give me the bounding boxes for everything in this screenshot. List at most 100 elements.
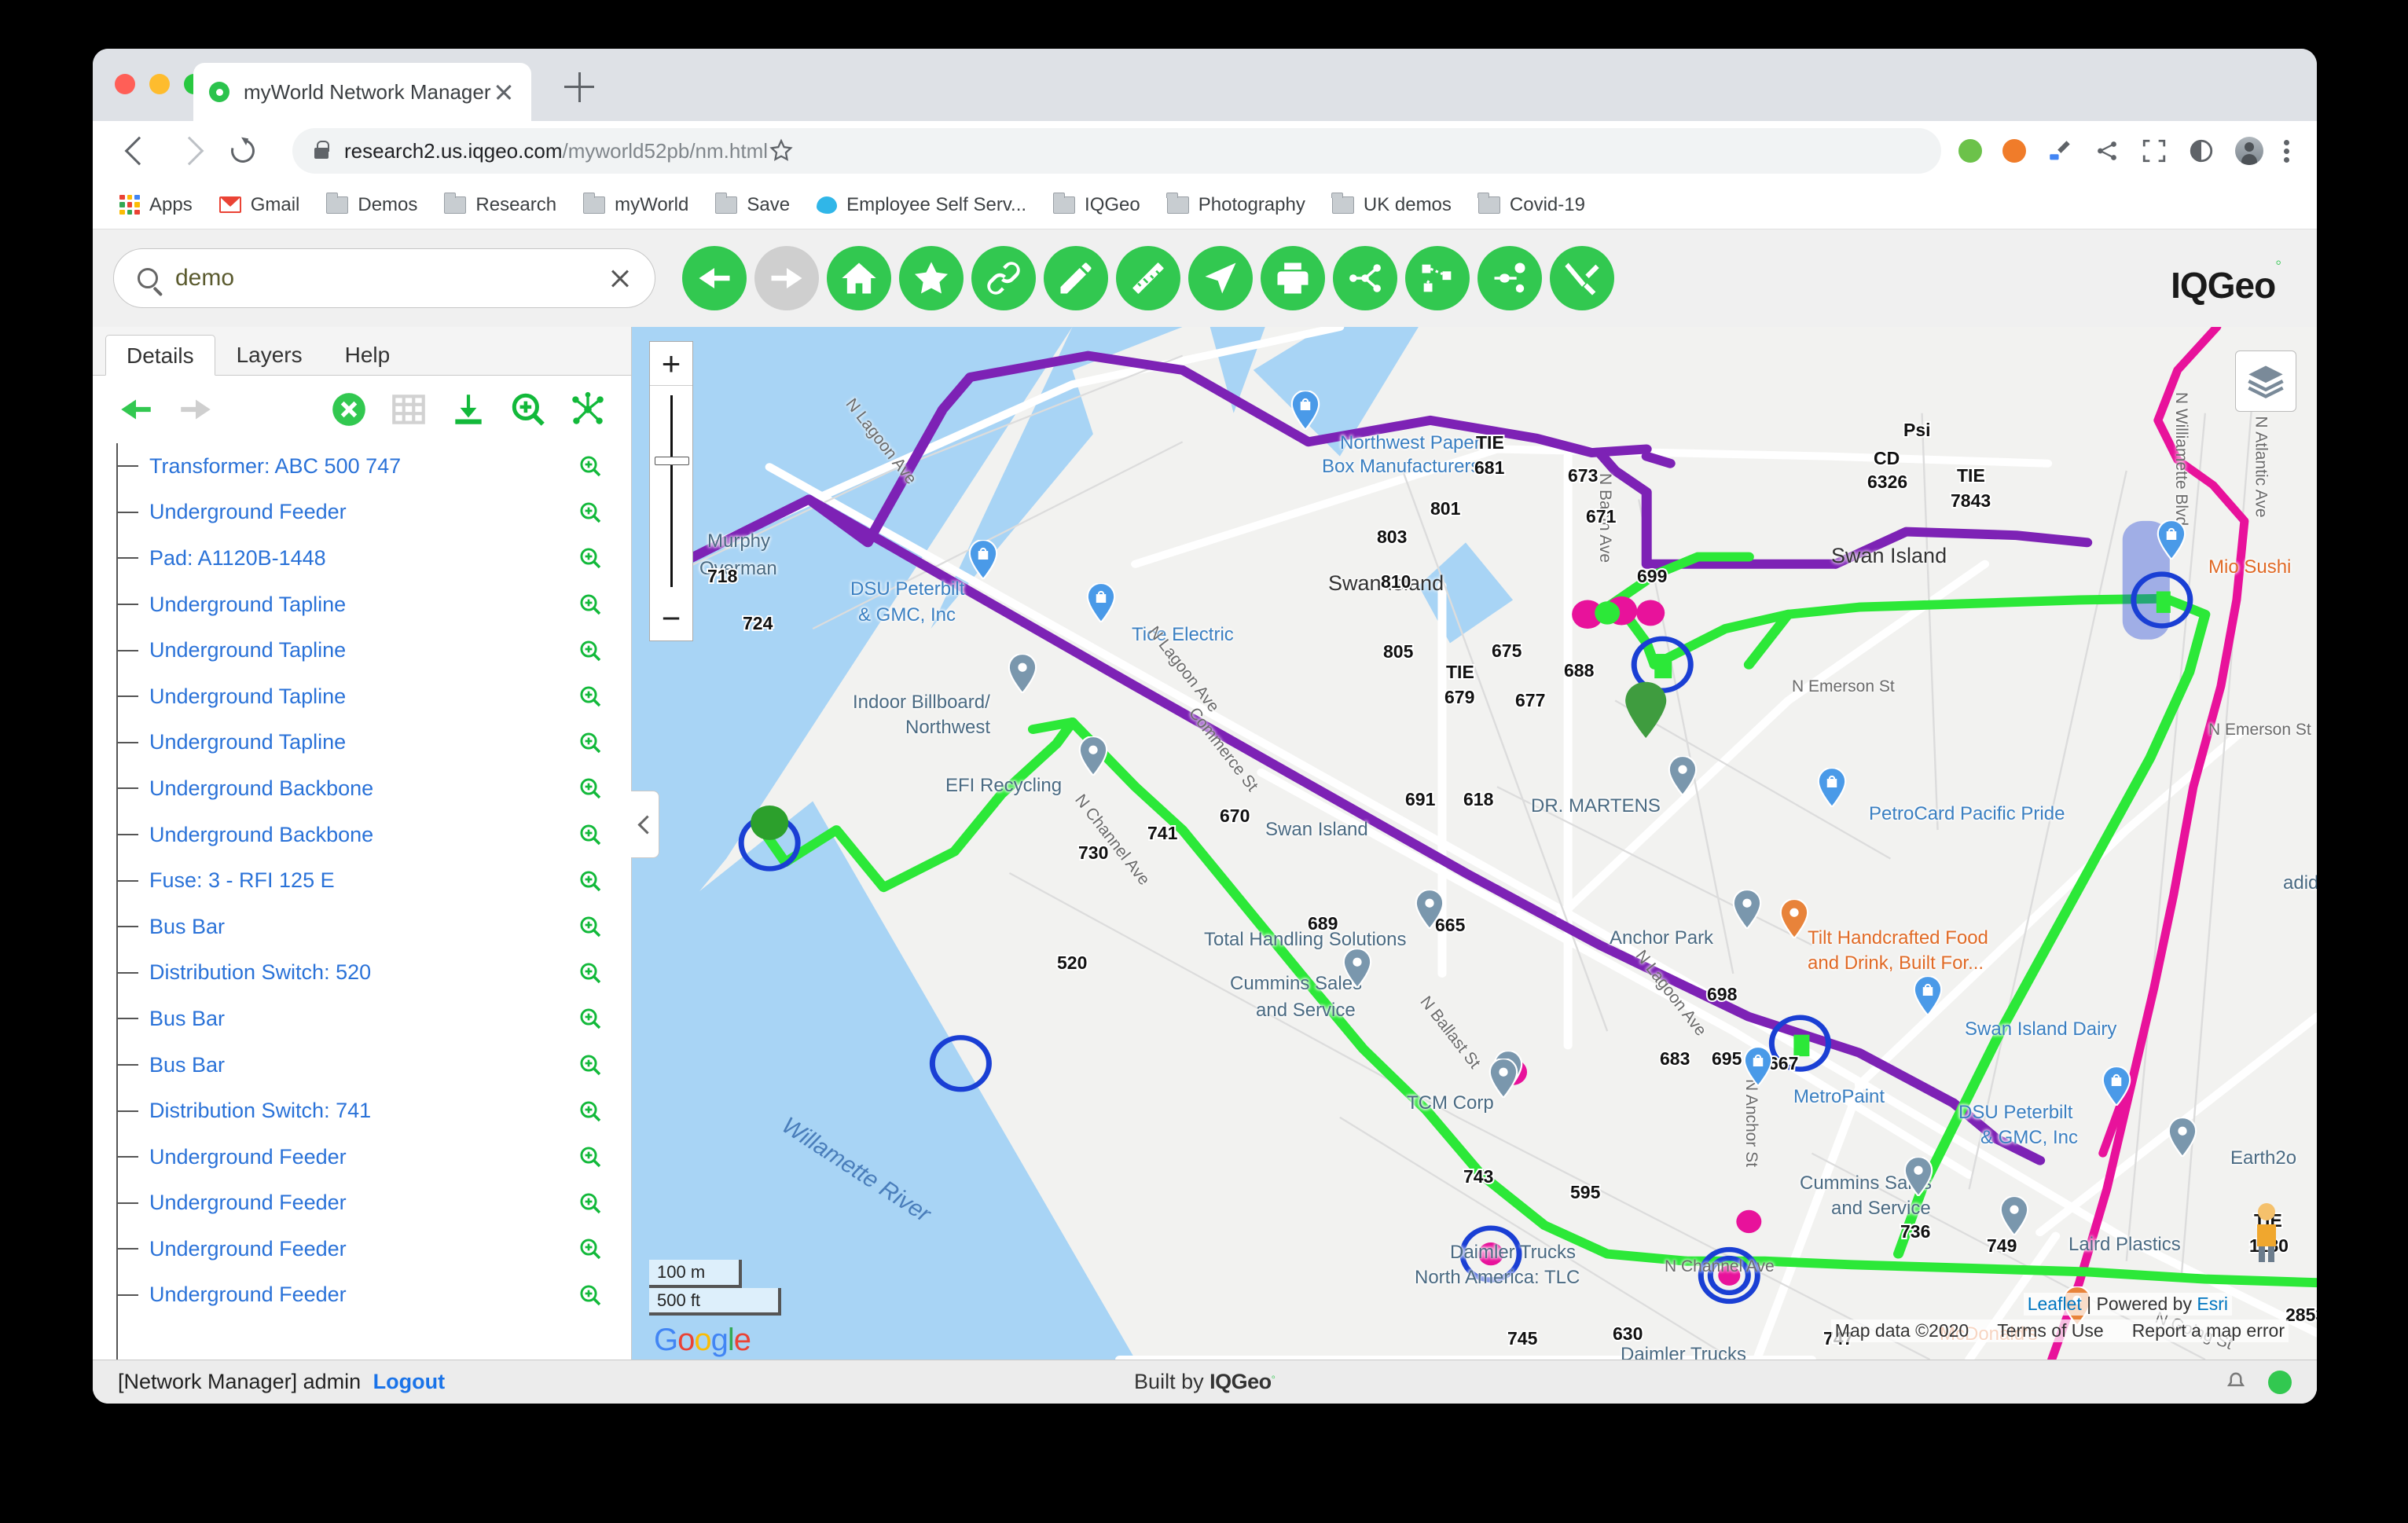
clear-search-icon[interactable] (609, 267, 631, 289)
new-tab-button[interactable] (564, 72, 594, 102)
map-canvas[interactable]: + − Northwest Paper Box Manufacturers Murp… (632, 327, 2317, 1360)
esri-link[interactable]: Esri (2197, 1294, 2228, 1314)
zoom-to-feature-icon[interactable] (578, 1236, 603, 1261)
browser-forward-button[interactable] (171, 131, 211, 171)
eyedropper-icon[interactable] (2046, 138, 2073, 164)
notifications-icon[interactable] (2224, 1371, 2248, 1394)
list-item[interactable]: Underground Feeder (116, 1180, 631, 1227)
list-item[interactable]: Underground Feeder (116, 1226, 631, 1272)
tab-details[interactable]: Details (105, 335, 215, 376)
zoom-to-feature-icon[interactable] (578, 684, 603, 709)
search-input[interactable]: demo (113, 248, 655, 308)
bookmark-employee-self-service[interactable]: Employee Self Serv... (817, 194, 1026, 216)
list-item[interactable]: Underground Tapline (116, 582, 631, 628)
list-item-label[interactable]: Underground Tapline (149, 730, 346, 754)
list-item-label[interactable]: Underground Backbone (149, 776, 373, 801)
list-item-label[interactable]: Transformer: ABC 500 747 (149, 454, 401, 479)
list-item-label[interactable]: Bus Bar (149, 1007, 225, 1031)
trace-button[interactable] (1405, 246, 1470, 310)
measure-button[interactable] (1116, 246, 1180, 310)
list-item-label[interactable]: Underground Feeder (149, 1191, 347, 1215)
zoom-slider-knob[interactable] (655, 457, 689, 465)
forward-button[interactable] (754, 246, 819, 310)
edit-button[interactable] (1044, 246, 1108, 310)
tab-layers[interactable]: Layers (215, 334, 324, 375)
extension-orange-icon[interactable] (2002, 139, 2026, 163)
list-item-label[interactable]: Underground Feeder (149, 500, 347, 524)
bookmark-save[interactable]: Save (714, 192, 790, 216)
address-bar[interactable]: research2.us.iqgeo.com/myworld52pb/nm.ht… (292, 128, 1941, 174)
zoom-to-feature-icon[interactable] (578, 960, 603, 985)
bookmark-gmail[interactable]: Gmail (218, 194, 299, 216)
minimize-window-button[interactable] (149, 74, 170, 94)
street-view-pegman[interactable] (2248, 1199, 2285, 1265)
back-button[interactable] (682, 246, 747, 310)
list-item[interactable]: Fuse: 3 - RFI 125 E (116, 857, 631, 904)
zoom-to-feature-icon[interactable] (578, 1006, 603, 1031)
extension-green-icon[interactable] (1958, 139, 1982, 163)
panel-zoomto-button[interactable] (508, 390, 548, 429)
close-tab-icon[interactable] (492, 80, 516, 104)
zoom-to-feature-icon[interactable] (578, 1052, 603, 1077)
navigate-button[interactable] (1188, 246, 1253, 310)
share-extension-icon[interactable] (2094, 138, 2120, 164)
zoom-to-feature-icon[interactable] (578, 730, 603, 755)
list-item[interactable]: Underground Feeder (116, 1134, 631, 1180)
bookmark-demos[interactable]: Demos (325, 192, 417, 216)
list-item[interactable]: Underground Backbone (116, 812, 631, 858)
map-layers-button[interactable] (2235, 350, 2296, 412)
list-item-label[interactable]: Underground Tapline (149, 684, 346, 709)
zoom-to-feature-icon[interactable] (578, 592, 603, 617)
zoom-to-feature-icon[interactable] (578, 638, 603, 663)
list-item-label[interactable]: Distribution Switch: 741 (149, 1099, 371, 1123)
close-window-button[interactable] (115, 74, 135, 94)
panel-forward-button[interactable] (176, 390, 215, 429)
zoom-to-feature-icon[interactable] (578, 453, 603, 479)
bookmark-apps[interactable]: Apps (119, 194, 193, 216)
browser-tab[interactable]: myWorld Network Manager (193, 63, 531, 121)
list-item-label[interactable]: Bus Bar (149, 1053, 225, 1077)
bookmark-iqgeo[interactable]: IQGeo (1052, 192, 1140, 216)
list-item-label[interactable]: Distribution Switch: 520 (149, 960, 371, 985)
list-item[interactable]: Distribution Switch: 520 (116, 950, 631, 996)
zoom-to-feature-icon[interactable] (578, 868, 603, 894)
bookmark-research[interactable]: Research (443, 192, 556, 216)
list-item[interactable]: Distribution Switch: 741 (116, 1088, 631, 1134)
map-zoom-control[interactable]: + − (649, 341, 693, 641)
zoom-to-feature-icon[interactable] (578, 776, 603, 801)
list-item[interactable]: Underground Tapline (116, 673, 631, 720)
list-item[interactable]: Bus Bar (116, 996, 631, 1042)
terms-of-use-link[interactable]: Terms of Use (1997, 1320, 2103, 1341)
collapse-panel-button[interactable] (631, 791, 659, 858)
zoom-to-feature-icon[interactable] (578, 1099, 603, 1124)
list-item[interactable]: Underground Backbone (116, 765, 631, 812)
zoom-slider[interactable] (650, 386, 692, 596)
leaflet-link[interactable]: Leaflet (2028, 1294, 2082, 1314)
zoom-to-feature-icon[interactable] (578, 1191, 603, 1216)
list-item[interactable]: Underground Tapline (116, 720, 631, 766)
print-button[interactable] (1261, 246, 1325, 310)
fullscreen-icon[interactable] (2141, 138, 2168, 164)
zoom-to-feature-icon[interactable] (578, 914, 603, 939)
list-item-label[interactable]: Underground Tapline (149, 593, 346, 617)
list-item-label[interactable]: Fuse: 3 - RFI 125 E (149, 868, 335, 893)
contrast-icon[interactable] (2188, 138, 2215, 164)
zoom-to-feature-icon[interactable] (578, 1283, 603, 1308)
profile-avatar[interactable] (2235, 137, 2263, 165)
list-item[interactable]: Underground Tapline (116, 627, 631, 673)
list-item-label[interactable]: Pad: A1120B-1448 (149, 546, 326, 571)
report-map-error-link[interactable]: Report a map error (2132, 1320, 2285, 1341)
browser-reload-button[interactable] (223, 131, 262, 171)
list-item-label[interactable]: Bus Bar (149, 915, 225, 939)
bookmark-photography[interactable]: Photography (1166, 192, 1305, 216)
share-button[interactable] (1333, 246, 1397, 310)
panel-table-button[interactable] (389, 390, 428, 429)
list-item[interactable]: Bus Bar (116, 904, 631, 950)
bookmark-uk-demos[interactable]: UK demos (1331, 192, 1452, 216)
zoom-to-feature-icon[interactable] (578, 1144, 603, 1169)
list-item[interactable]: Pad: A1120B-1448 (116, 535, 631, 582)
bookmark-covid-19[interactable]: Covid-19 (1477, 192, 1585, 216)
list-item[interactable]: Underground Feeder (116, 490, 631, 536)
panel-trace-button[interactable] (568, 390, 608, 429)
browser-back-button[interactable] (119, 131, 159, 171)
